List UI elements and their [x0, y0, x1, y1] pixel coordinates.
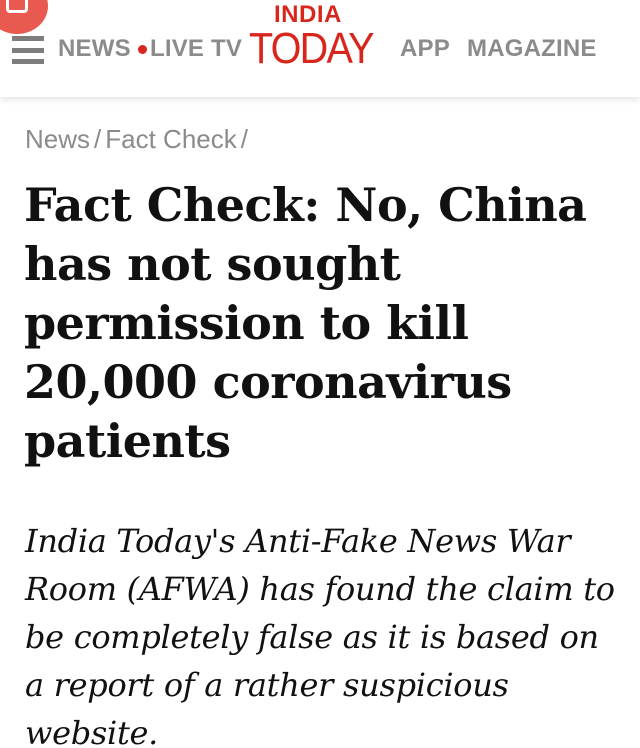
menu-bar: [12, 59, 44, 64]
breadcrumb-separator: /: [240, 124, 248, 154]
article-headline: Fact Check: No, China has not sought per…: [24, 178, 587, 468]
breadcrumb-separator: /: [94, 124, 102, 154]
nav-live-tv-link[interactable]: LIVE TV: [150, 33, 242, 65]
nav-magazine-link[interactable]: MAGAZINE: [467, 33, 597, 65]
menu-bar: [12, 47, 44, 53]
menu-bar: [12, 36, 44, 41]
live-dot-icon: [138, 45, 147, 54]
site-header: NEWS LIVE TV INDIA TODAY APP MAGAZINE: [0, 0, 640, 97]
article-summary: India Today's Anti-Fake News War Room (A…: [25, 522, 615, 748]
logo-today-text: TODAY: [249, 24, 375, 73]
breadcrumb-news-link[interactable]: News: [25, 124, 90, 154]
nav-news-link[interactable]: NEWS: [58, 33, 131, 65]
breadcrumb: News / Fact Check /: [25, 122, 252, 156]
india-today-logo[interactable]: INDIA TODAY: [247, 0, 395, 72]
badge-glyph-icon: [6, 0, 28, 13]
hamburger-menu-icon[interactable]: [12, 36, 44, 64]
nav-app-link[interactable]: APP: [400, 33, 450, 65]
breadcrumb-fact-check-link[interactable]: Fact Check: [105, 124, 237, 154]
